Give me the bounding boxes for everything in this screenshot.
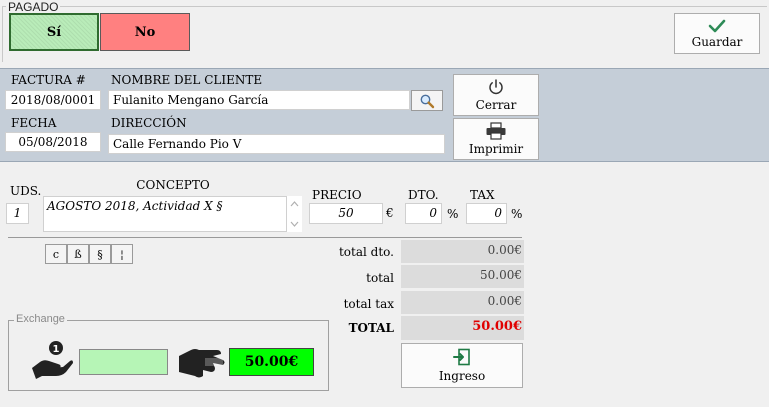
factura-label: FACTURA # (11, 73, 86, 87)
total-tax-label: total tax (343, 297, 394, 311)
pagado-legend: PAGADO (6, 0, 61, 14)
uds-label: UDS. (10, 184, 42, 198)
ingreso-button[interactable]: Ingreso (401, 343, 523, 388)
uds-field[interactable]: 1 (6, 203, 29, 224)
dto-percent: % (447, 207, 459, 221)
guardar-button[interactable]: Guardar (674, 13, 760, 54)
total-label: total (366, 271, 394, 285)
search-client-button[interactable] (411, 90, 443, 111)
magnifier-icon (420, 94, 435, 108)
hand-cash-icon (177, 346, 227, 383)
ingreso-label: Ingreso (438, 369, 486, 383)
imprimir-button[interactable]: Imprimir (453, 118, 539, 160)
insert-symbol-button[interactable]: c (45, 244, 67, 264)
concepto-scrollbar[interactable] (287, 196, 302, 232)
guardar-label: Guardar (691, 34, 743, 49)
enter-icon (453, 348, 470, 366)
direccion-label: DIRECCIÓN (111, 116, 187, 130)
dto-field[interactable]: 0 (405, 203, 442, 224)
total-tax-value: 0.00€ (401, 291, 524, 314)
insert-symbol-button[interactable]: § (89, 244, 111, 264)
precio-label: PRECIO (312, 188, 362, 202)
insert-symbol-button[interactable]: ¦ (111, 244, 133, 264)
factura-field[interactable]: 2018/08/0001 (5, 90, 101, 110)
checkmark-icon (708, 19, 726, 32)
grand-total-value: 50.00€ (401, 316, 524, 340)
dto-label: DTO. (408, 188, 439, 202)
pagado-si-button[interactable]: Sí (9, 13, 99, 51)
total-dto-label: total dto. (338, 245, 394, 259)
tax-label: TAX (470, 188, 495, 202)
exchange-change-output: 50.00€ (229, 348, 314, 376)
printer-icon (486, 122, 506, 140)
divider (8, 237, 522, 238)
total-value: 50.00€ (401, 265, 524, 288)
scroll-arrows-icon (290, 201, 299, 227)
hand-coin-icon: 1 (30, 340, 74, 383)
tax-percent: % (511, 207, 523, 221)
concepto-field[interactable]: AGOSTO 2018, Actividad X § (43, 196, 287, 232)
precio-currency: € (386, 206, 394, 220)
total-dto-value: 0.00€ (401, 240, 524, 263)
pagado-no-button[interactable]: No (100, 13, 190, 51)
direccion-field[interactable]: Calle Fernando Pio V (108, 134, 445, 154)
power-icon (489, 79, 503, 95)
fecha-field[interactable]: 05/08/2018 (5, 132, 101, 152)
cerrar-button[interactable]: Cerrar (453, 74, 539, 116)
exchange-received-input[interactable] (79, 349, 168, 375)
fecha-label: FECHA (11, 116, 57, 130)
cliente-field[interactable]: Fulanito Mengano García (108, 90, 410, 110)
imprimir-label: Imprimir (468, 142, 524, 156)
tax-field[interactable]: 0 (466, 203, 507, 224)
svg-text:1: 1 (53, 344, 60, 355)
exchange-legend: Exchange (14, 313, 67, 325)
precio-field[interactable]: 50 (309, 203, 383, 224)
cliente-label: NOMBRE DEL CLIENTE (111, 73, 263, 87)
concepto-label: CONCEPTO (136, 178, 210, 192)
cerrar-label: Cerrar (475, 98, 517, 112)
insert-symbol-button[interactable]: ß (67, 244, 89, 264)
